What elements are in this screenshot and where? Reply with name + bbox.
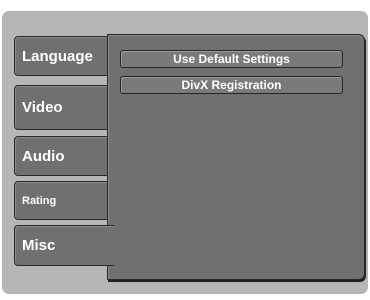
- tab-language[interactable]: Language: [14, 36, 110, 76]
- dvd-setup-screen: Language Video Audio Rating Misc Use Def…: [0, 0, 370, 300]
- use-default-settings-button[interactable]: Use Default Settings: [120, 50, 343, 68]
- tab-rating[interactable]: Rating: [14, 181, 110, 220]
- misc-settings-panel: Use Default Settings DivX Registration: [107, 34, 365, 280]
- divx-registration-button[interactable]: DivX Registration: [120, 76, 343, 94]
- tab-audio[interactable]: Audio: [14, 136, 110, 176]
- tab-misc[interactable]: Misc: [14, 225, 114, 266]
- tab-video[interactable]: Video: [14, 85, 110, 130]
